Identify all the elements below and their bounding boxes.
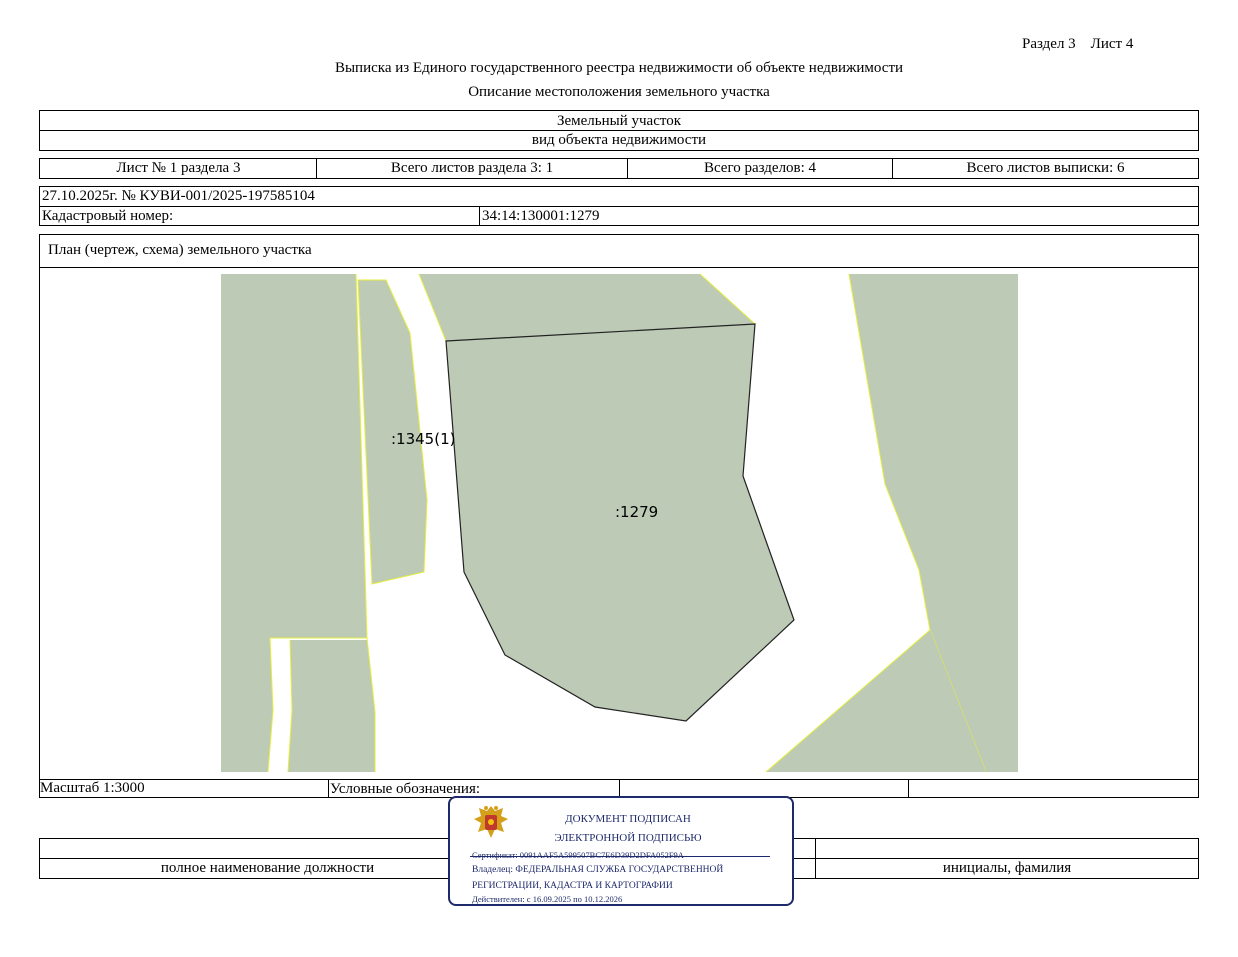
stamp-owner-1: Владелец: ФЕДЕРАЛЬНАЯ СЛУЖБА ГОСУДАРСТВЕ… xyxy=(472,865,724,875)
parcel-left-lower xyxy=(221,638,273,772)
stamp-owner-2: РЕГИСТРАЦИИ, КАДАСТРА И КАРТОГРАФИИ xyxy=(472,881,673,891)
parcel-1279 xyxy=(445,323,795,722)
stamp-certificate: Сертификат: 0091AAF5A599507BC7E6D39D2DFA… xyxy=(472,850,684,860)
stamp-line-1: ДОКУМЕНТ ПОДПИСАН xyxy=(565,813,691,825)
stamp-validity: Действителен: с 16.09.2025 по 10.12.2026 xyxy=(472,894,623,904)
name-caption: инициалы, фамилия xyxy=(942,860,1072,876)
electronic-signature-stamp: ДОКУМЕНТ ПОДПИСАН ЭЛЕКТРОННОЙ ПОДПИСЬЮ С… xyxy=(448,796,794,906)
parcel-left-large xyxy=(221,274,367,638)
position-caption: полное наименование должности xyxy=(160,860,375,876)
parcel-left-lower-2 xyxy=(288,640,375,772)
stamp-line-2: ЭЛЕКТРОННОЙ ПОДПИСЬЮ xyxy=(554,832,702,844)
parcel-1345-label: :1345(1) xyxy=(391,430,455,448)
parcel-1279-label: :1279 xyxy=(615,503,658,521)
